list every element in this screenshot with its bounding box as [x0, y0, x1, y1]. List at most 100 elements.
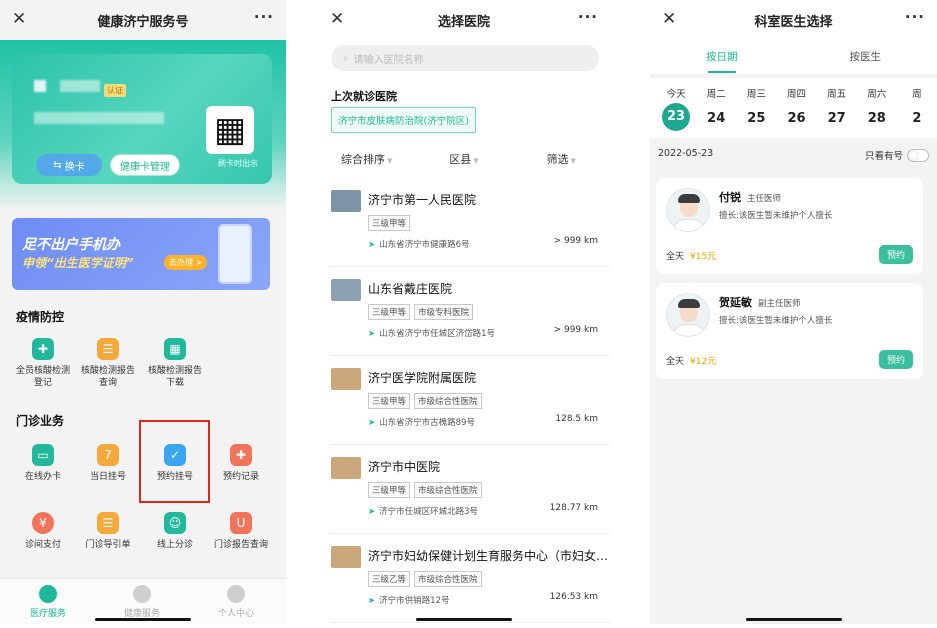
home-indicator	[416, 618, 512, 621]
qr-code-icon[interactable]: ▦	[206, 106, 254, 154]
tab-medical-service[interactable]: 医疗服务	[8, 585, 88, 619]
location-arrow-icon: ➤	[368, 240, 376, 250]
hospital-tag: 三级甲等	[368, 304, 411, 320]
hospital-search-input[interactable]: ⌕ 请输入医院名称	[331, 45, 599, 71]
nucleic-register-item[interactable]: ✚ 全员核酸检测登记	[12, 338, 74, 389]
hospital-name: 济宁市妇幼保健计划生育服务中心（市妇女…	[368, 549, 609, 563]
close-icon[interactable]: ✕	[330, 9, 344, 29]
district-filter[interactable]: 区县 ▼	[415, 146, 512, 174]
day-item[interactable]: 周二 24	[696, 78, 736, 138]
report-query-item[interactable]: U 门诊报告查询	[210, 512, 272, 551]
card-manage-button[interactable]: 健康卡管理	[110, 154, 180, 176]
date-strip: 今天 23 周二 24 周三 25 周四 26 周五 27 周六 28 周 2	[650, 78, 937, 138]
location-arrow-icon: ➤	[368, 418, 376, 428]
doctor-name-line: 贺延敏 副主任医师	[719, 294, 801, 310]
item-label: 线上分诊	[156, 540, 193, 550]
tab-personal-center[interactable]: 个人中心	[196, 585, 276, 619]
date-number: 24	[707, 111, 726, 126]
blurred-avatar	[34, 80, 46, 92]
session-info: 全天 ¥12元	[666, 354, 716, 367]
nucleic-report-query-item[interactable]: ☰ 核酸检测报告查询	[77, 338, 139, 389]
book-button[interactable]: 预约	[879, 350, 913, 369]
phone-select-hospital: ✕ 选择医院 ··· ⌕ 请输入医院名称 上次就诊医院 济宁市皮肤病防治院(济宁…	[318, 0, 610, 624]
only-available-toggle[interactable]: 只看有号	[865, 148, 929, 162]
hospital-distance: > 999 km	[553, 236, 598, 246]
doctor-avatar	[666, 188, 710, 232]
same-day-register-item[interactable]: 7 当日挂号	[77, 444, 139, 483]
hospital-item[interactable]: 济宁市妇幼保健计划生育服务中心（市妇女… 三级乙等 市级综合性医院 ➤ 济宁市供销路12…	[331, 534, 610, 623]
banner-go-button[interactable]: 去办理 >	[164, 255, 208, 270]
last-visit-hospital-chip[interactable]: 济宁市皮肤病防治院(济宁院区)	[331, 107, 476, 133]
address-text: 山东省济宁市健康路6号	[379, 240, 470, 250]
filter-bar: 综合排序 ▼ 区县 ▼ 筛选 ▼	[318, 146, 610, 174]
day-item[interactable]: 周四 26	[776, 78, 816, 138]
date-bar: 2022-05-23 只看有号	[658, 148, 929, 162]
id-card-phone-icon	[218, 224, 252, 284]
item-label: 核酸检测报告下载	[147, 366, 202, 388]
tab-label: 个人中心	[217, 609, 254, 619]
hospital-thumbnail	[331, 190, 361, 212]
tab-by-date[interactable]: 按日期	[650, 40, 794, 74]
hospital-thumbnail	[331, 279, 361, 301]
birth-certificate-banner[interactable]: 足不出户手机办 申领“出生医学证明” 去办理 >	[12, 218, 270, 290]
day-item[interactable]: 周三 25	[736, 78, 776, 138]
filter-label: 综合排序	[340, 153, 385, 166]
hospital-item[interactable]: 济宁医学院附属医院 三级甲等 市级综合性医院 ➤ 山东省济宁市古槐路89号 128.5 k…	[331, 356, 610, 445]
page-title: 选择医院	[437, 14, 490, 30]
tab-by-doctor[interactable]: 按医生	[794, 40, 937, 74]
weekday-label: 周二	[706, 89, 726, 100]
hospital-item[interactable]: 山东省戴庄医院 三级甲等 市级专科医院 ➤ 山东省济宁市任城区济岱路1号 > 999 km	[331, 267, 610, 356]
book-button[interactable]: 预约	[879, 245, 913, 264]
hospital-tag: 市级综合性医院	[414, 571, 482, 587]
hospital-item[interactable]: 济宁市第一人民医院 三级甲等 ➤ 山东省济宁市健康路6号 > 999 km	[331, 178, 610, 267]
grid-download-icon: ▦	[164, 338, 186, 360]
more-icon[interactable]: ···	[905, 8, 925, 26]
blurred-card-number	[34, 112, 164, 124]
page-title: 科室医生选择	[754, 14, 833, 30]
clinic-payment-item[interactable]: ¥ 诊间支付	[12, 512, 74, 551]
close-icon[interactable]: ✕	[662, 9, 676, 29]
hospital-distance: 128.77 km	[549, 503, 598, 513]
sort-filter[interactable]: 综合排序 ▼	[318, 146, 415, 174]
screen-filter[interactable]: 筛选 ▼	[513, 146, 610, 174]
tab-label: 医疗服务	[29, 609, 66, 619]
epidemic-section-title: 疫情防控	[16, 310, 65, 324]
switch-card-button[interactable]: ⇆ 换卡	[36, 154, 102, 176]
pay-icon: ¥	[32, 512, 54, 534]
online-card-item[interactable]: ▭ 在线办卡	[12, 444, 74, 483]
day-item[interactable]: 周2	[897, 78, 937, 138]
close-icon[interactable]: ✕	[12, 9, 26, 29]
doctor-title: 主任医师	[747, 194, 782, 204]
hospital-item[interactable]: 济宁市中医院 三级甲等 市级综合性医院 ➤ 济宁市任城区环城北路3号 128.77 km	[331, 445, 610, 534]
day-item[interactable]: 周五 27	[817, 78, 857, 138]
hospital-tags: 三级甲等	[368, 215, 411, 231]
day-item[interactable]: 周六 28	[857, 78, 897, 138]
toggle-switch[interactable]	[907, 148, 929, 162]
weekday-label: 周四	[786, 89, 806, 100]
search-placeholder: 请输入医院名称	[353, 54, 424, 66]
nucleic-report-download-item[interactable]: ▦ 核酸检测报告下载	[144, 338, 206, 389]
banner-line2: 申领“出生医学证明”	[22, 256, 134, 270]
date-number: 2	[912, 111, 922, 126]
hospital-tag: 三级甲等	[368, 482, 411, 498]
online-triage-item[interactable]: ☺ 线上分诊	[144, 512, 206, 551]
more-icon[interactable]: ···	[578, 8, 598, 26]
tab-health-service[interactable]: 健康服务	[102, 585, 182, 619]
more-icon[interactable]: ···	[254, 8, 274, 26]
hospital-name: 济宁医学院附属医院	[368, 371, 477, 385]
appointment-record-item[interactable]: ✚ 预约记录	[210, 444, 272, 483]
doctor-card[interactable]: 付锐 主任医师 擅长:该医生暂未维护个人擅长 全天 ¥15元 预约	[656, 178, 923, 274]
hospital-name: 济宁市第一人民医院	[368, 193, 477, 207]
health-card[interactable]: 认证 ▦ 刷卡时出示 ⇆ 换卡 健康卡管理	[12, 54, 272, 184]
hospital-tags: 三级乙等 市级综合性医院	[368, 571, 482, 587]
hospital-distance: 126.53 km	[549, 592, 598, 602]
guide-sheet-item[interactable]: ☰ 门诊导引单	[77, 512, 139, 551]
location-arrow-icon: ➤	[368, 507, 376, 517]
swap-icon: ⇆	[53, 159, 62, 171]
day-item[interactable]: 今天 23	[656, 78, 696, 138]
doctor-card[interactable]: 贺延敏 副主任医师 擅长:该医生暂未维护个人擅长 全天 ¥12元 预约	[656, 283, 923, 379]
nav-bar: ✕ 科室医生选择 ···	[650, 0, 937, 40]
nav-bar: ✕ 健康济宁服务号 ···	[0, 0, 286, 40]
weekday-label: 周六	[867, 89, 887, 100]
plus-record-icon: ✚	[230, 444, 252, 466]
